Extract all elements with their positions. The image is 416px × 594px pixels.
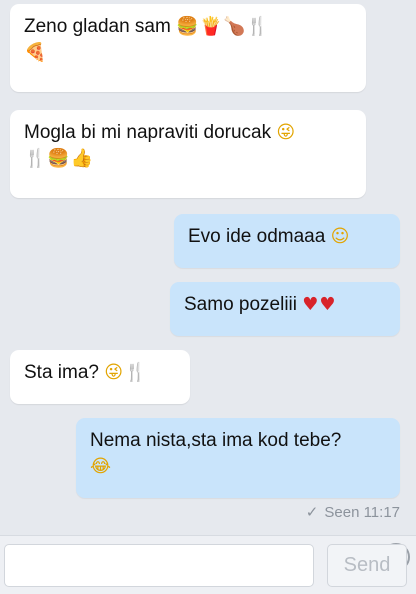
fork-knife-emoji: 🍴 bbox=[124, 362, 148, 383]
message-outgoing: Evo ide odmaaa ☺ bbox=[174, 214, 400, 268]
message-outgoing: Samo pozeliii ♥♥ bbox=[170, 282, 400, 336]
message-text: Samo pozeliii bbox=[184, 294, 297, 315]
fork-knife-emoji: 🍴 bbox=[24, 148, 48, 169]
chat-thread: Zeno gladan sam 🍔🍟🍗🍴 🍕 Mogla bi mi napra… bbox=[0, 0, 416, 535]
message-text: Zeno gladan sam bbox=[24, 16, 171, 37]
burger-emoji: 🍔 bbox=[47, 148, 71, 169]
winking-tongue-emoji: 😜 bbox=[104, 362, 125, 383]
thumbs-up-emoji: 👍 bbox=[70, 148, 95, 169]
tears-of-joy-emoji: 😂 bbox=[90, 456, 113, 477]
message-outgoing: Nema nista,sta ima kod tebe? 😂 bbox=[76, 418, 400, 498]
message-text: Mogla bi mi napraviti dorucak bbox=[24, 122, 272, 143]
drumstick-emoji: 🍗 bbox=[222, 16, 247, 37]
checkmark-icon: ✓ bbox=[305, 503, 319, 521]
seen-label: Seen 11:17 bbox=[324, 504, 400, 521]
fork-knife-emoji: 🍴 bbox=[246, 16, 270, 37]
message-incoming: Zeno gladan sam 🍔🍟🍗🍴 🍕 bbox=[10, 4, 366, 92]
winking-tongue-emoji: 😜 bbox=[276, 122, 297, 143]
message-text: Evo ide odmaaa bbox=[188, 226, 326, 247]
smiling-blush-emoji: ☺ bbox=[330, 226, 351, 247]
red-heart-emoji: ♥ bbox=[319, 294, 337, 315]
message-incoming: Sta ima? 😜🍴 bbox=[10, 350, 190, 404]
send-button[interactable]: Send bbox=[327, 544, 407, 587]
message-text: Nema nista,sta ima kod tebe? bbox=[90, 430, 342, 451]
red-heart-emoji: ♥ bbox=[302, 294, 320, 315]
message-input[interactable] bbox=[4, 544, 314, 587]
message-text: Sta ima? bbox=[24, 362, 99, 383]
seen-status: ✓ Seen 11:17 bbox=[306, 503, 400, 521]
burger-emoji: 🍔 bbox=[176, 16, 200, 37]
message-composer: ☺ Send bbox=[0, 535, 416, 594]
pizza-emoji: 🍕 bbox=[24, 42, 48, 63]
message-incoming: Mogla bi mi napraviti dorucak 😜 🍴🍔👍 bbox=[10, 110, 366, 198]
fries-emoji: 🍟 bbox=[199, 16, 223, 37]
